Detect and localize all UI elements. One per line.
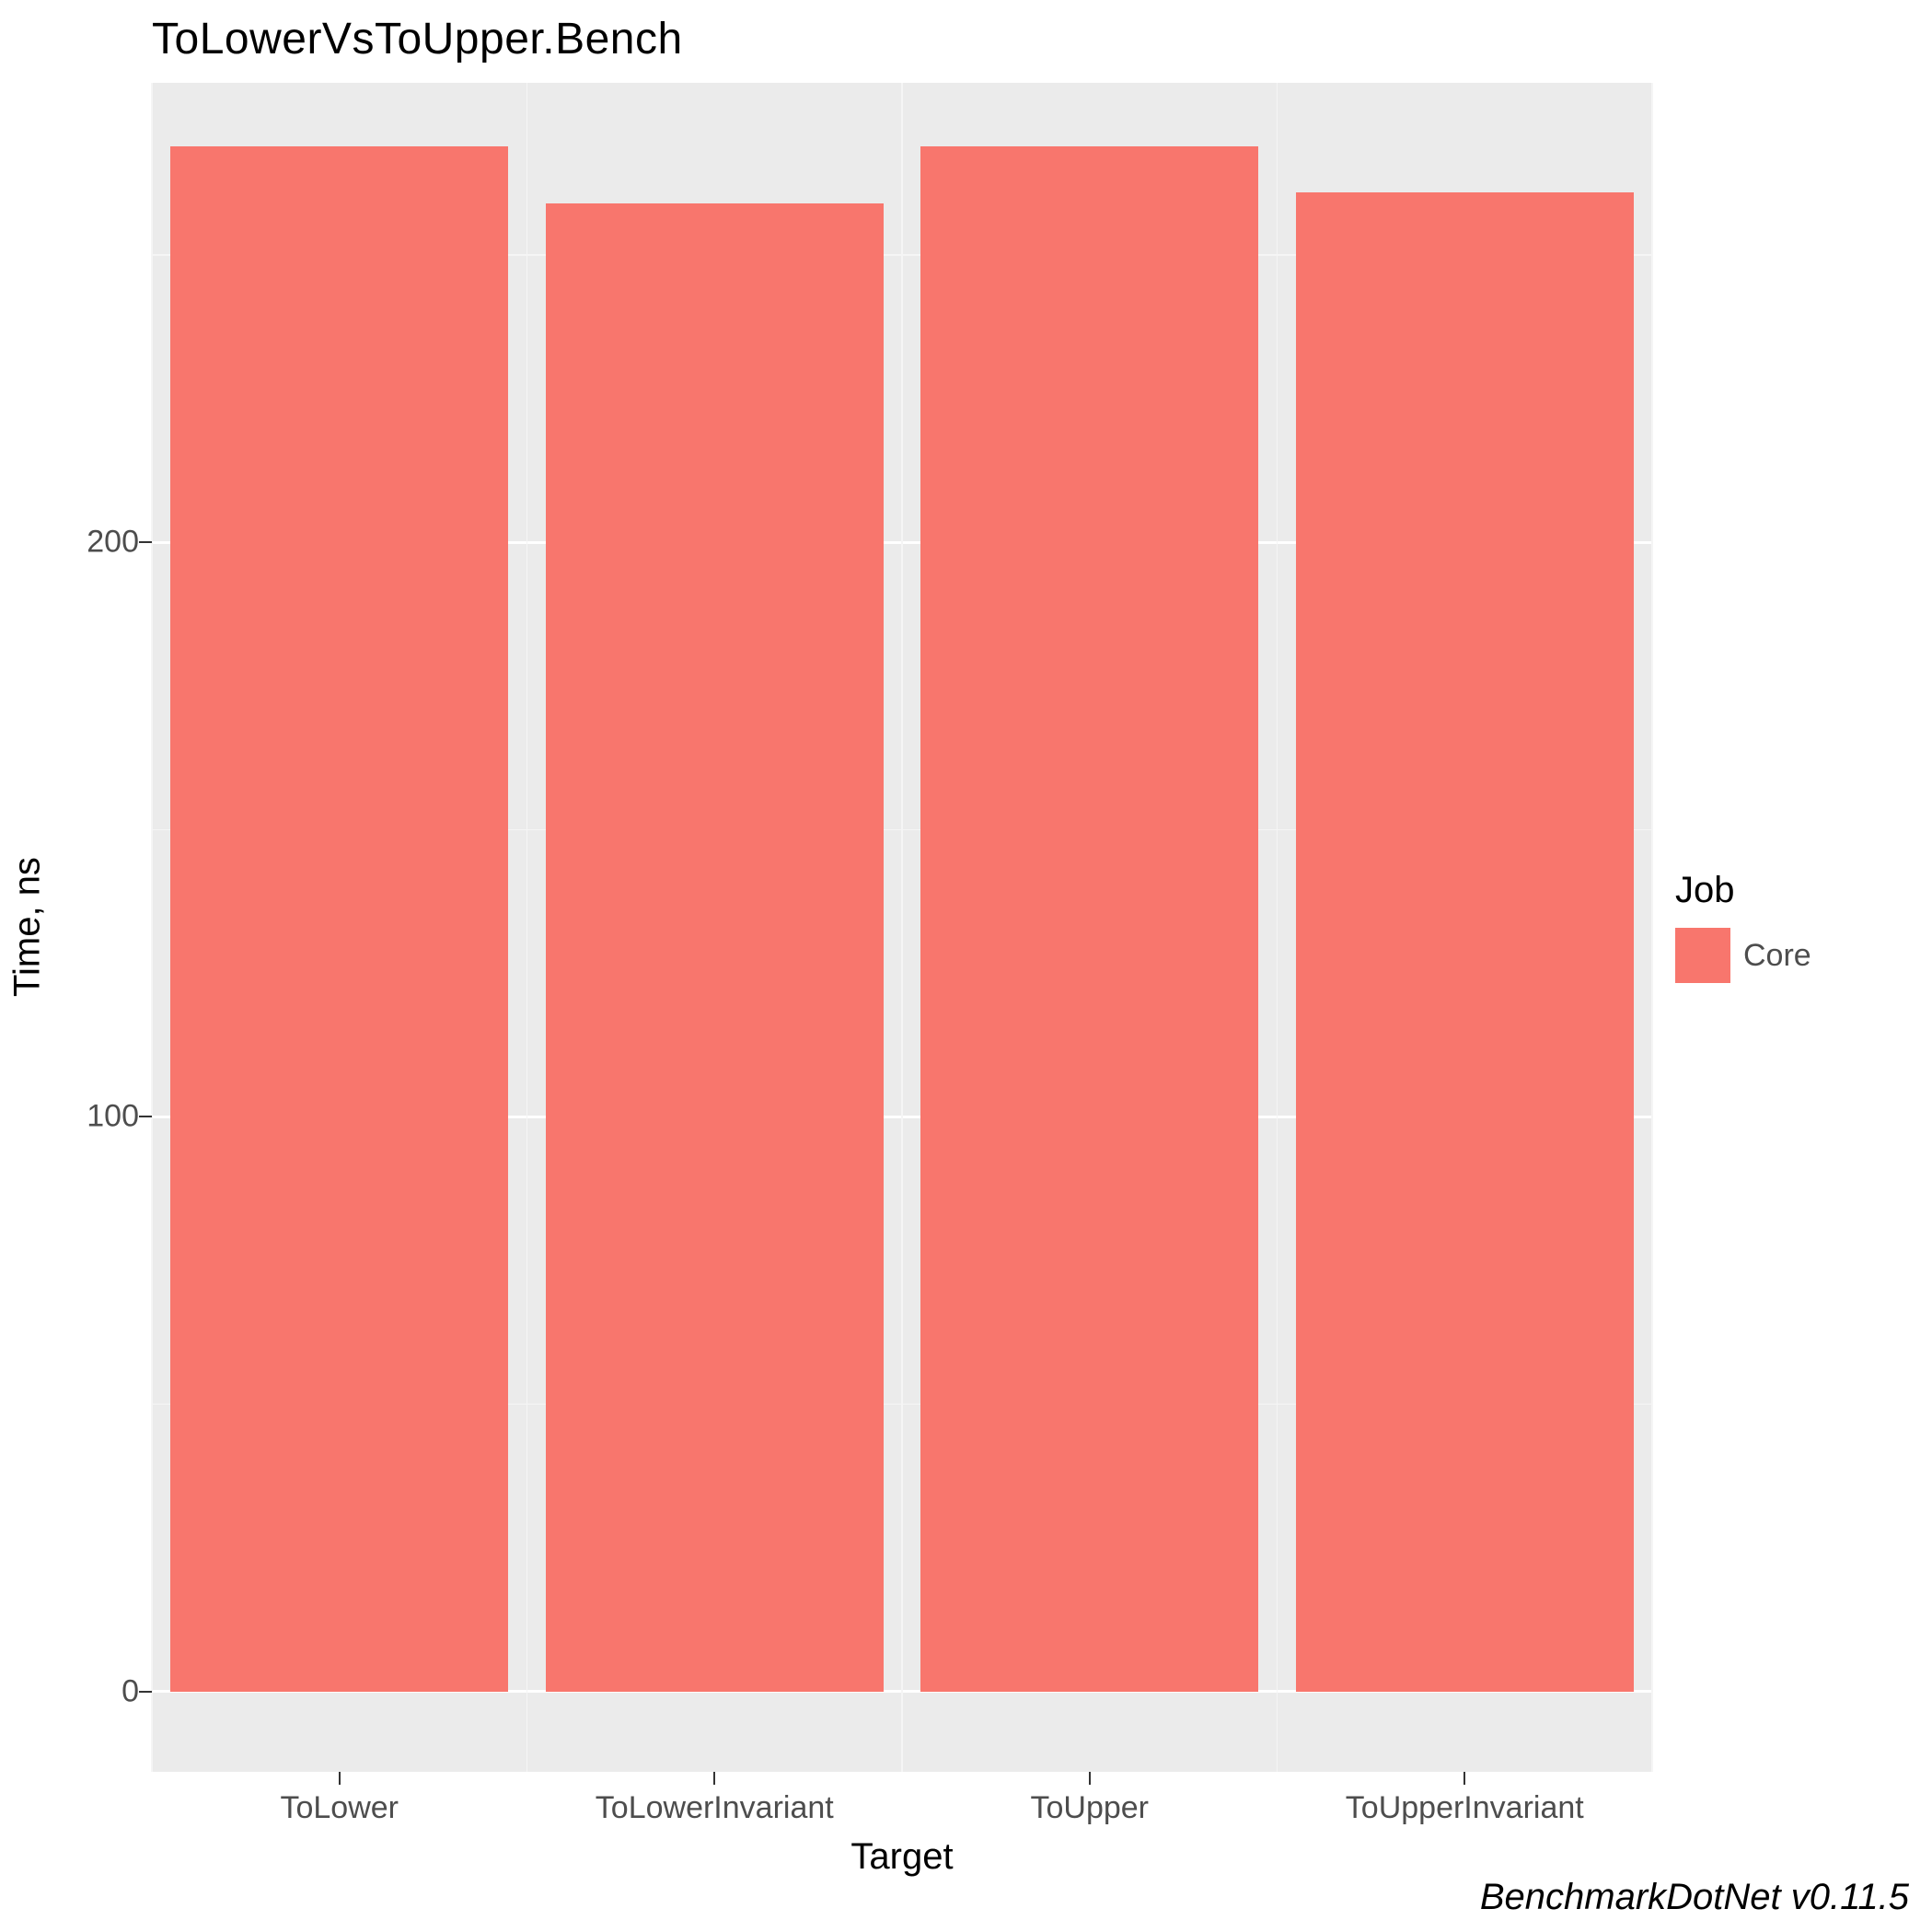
x-tick — [339, 1772, 341, 1785]
legend-label: Core — [1743, 938, 1811, 974]
gridline-vertical — [1277, 83, 1278, 1772]
bar — [546, 203, 884, 1692]
x-tick — [1463, 1772, 1465, 1785]
y-axis-title: Time, ns — [7, 857, 49, 997]
gridline-vertical — [526, 83, 528, 1772]
x-tick-label: ToLowerInvariant — [596, 1790, 834, 1826]
x-tick — [1089, 1772, 1091, 1785]
x-axis-title: Target — [850, 1836, 953, 1878]
x-tick — [713, 1772, 715, 1785]
bar — [1296, 192, 1634, 1692]
legend: Job Core — [1675, 870, 1811, 983]
y-tick-label: 0 — [29, 1673, 139, 1709]
x-tick-label: ToUpperInvariant — [1346, 1790, 1584, 1826]
y-tick — [139, 541, 152, 543]
gridline-vertical — [901, 83, 903, 1772]
x-tick-label: ToLower — [280, 1790, 399, 1826]
gridline-vertical — [1651, 83, 1653, 1772]
y-tick — [139, 1116, 152, 1117]
x-tick-label: ToUpper — [1030, 1790, 1149, 1826]
chart-title: ToLowerVsToUpper.Bench — [152, 14, 683, 64]
credit-text: BenchmarkDotNet v0.11.5 — [1480, 1877, 1909, 1918]
legend-item: Core — [1675, 928, 1811, 983]
y-tick-label: 200 — [29, 525, 139, 561]
y-tick — [139, 1691, 152, 1693]
legend-title: Job — [1675, 870, 1811, 911]
bar — [170, 146, 508, 1692]
legend-swatch — [1675, 928, 1730, 983]
y-tick-label: 100 — [29, 1099, 139, 1135]
plot-area — [152, 83, 1652, 1772]
bar — [920, 146, 1258, 1692]
chart-frame: ToLowerVsToUpper.Bench Time, ns Target J… — [0, 0, 1932, 1932]
gridline-vertical — [151, 83, 153, 1772]
